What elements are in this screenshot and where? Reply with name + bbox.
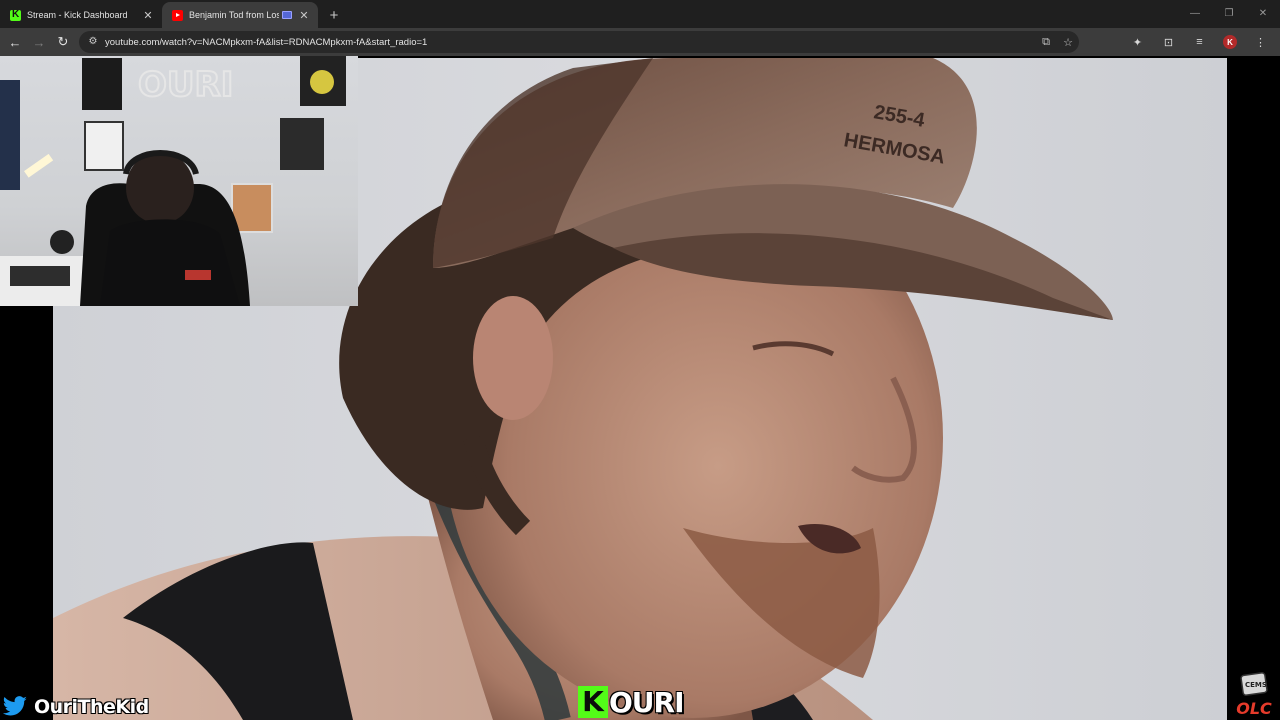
stream-stage: 255-4 HERMOSA OURI OuriTheKid K OURI CEM… [0, 56, 1280, 720]
logo-k-badge: K [578, 686, 608, 718]
back-icon[interactable]: ← [3, 30, 27, 54]
new-tab-button[interactable]: + [322, 2, 346, 28]
youtube-icon [172, 9, 183, 21]
twitter-handle-text: OuriTheKid [34, 696, 149, 718]
install-app-icon[interactable]: ⧉ [1035, 31, 1057, 53]
forward-icon[interactable]: → [27, 30, 51, 54]
tab-title: Stream - Kick Dashboard [27, 10, 128, 20]
tab-close-icon[interactable]: ✕ [298, 9, 310, 22]
olc-corner-logo: CEMS OLC [1232, 672, 1276, 718]
profile-avatar-icon[interactable]: K [1223, 35, 1237, 49]
cems-emblem-icon: CEMS [1240, 672, 1268, 696]
address-bar[interactable]: ⚙ youtube.com/watch?v=NACMpkxm-fA&list=R… [79, 31, 1079, 53]
url-text[interactable]: youtube.com/watch?v=NACMpkxm-fA&list=RDN… [105, 37, 1035, 48]
casting-icon [282, 11, 292, 19]
tab-kick-dashboard[interactable]: Stream - Kick Dashboard ✕ [0, 2, 162, 28]
site-info-icon[interactable]: ⚙ [87, 36, 99, 48]
media-control-icon[interactable]: ≡ [1184, 30, 1215, 54]
webcam-overlay: OURI [0, 56, 358, 306]
twitter-bird-icon [2, 696, 27, 716]
twitter-handle-overlay: OuriTheKid [2, 696, 149, 718]
window-controls: — ❐ ✕ [1178, 0, 1280, 26]
channel-logo: K OURI [578, 686, 685, 719]
menu-kebab-icon[interactable]: ⋮ [1245, 30, 1276, 54]
logo-wordmark: OURI [609, 686, 685, 719]
kick-icon [10, 9, 21, 21]
restore-icon[interactable]: ❐ [1212, 0, 1246, 26]
reload-icon[interactable]: ↻ [51, 30, 75, 54]
tab-close-icon[interactable]: ✕ [142, 9, 154, 22]
tab-title: Benjamin Tod from Lost Do [189, 10, 279, 20]
olc-text: OLC [1236, 699, 1272, 718]
browser-toolbar: ← → ↻ ⚙ youtube.com/watch?v=NACMpkxm-fA&… [0, 28, 1280, 56]
minimize-icon[interactable]: — [1178, 0, 1212, 26]
extensions-icon[interactable]: ✦ [1122, 30, 1153, 54]
svg-text:OURI: OURI [138, 65, 233, 105]
tab-strip: Stream - Kick Dashboard ✕ Benjamin Tod f… [0, 0, 1280, 28]
window-close-icon[interactable]: ✕ [1246, 0, 1280, 26]
webcam-image: OURI [0, 56, 346, 306]
tab-youtube[interactable]: Benjamin Tod from Lost Do ✕ [162, 2, 318, 28]
tab-search-icon[interactable]: ⊡ [1153, 30, 1184, 54]
cems-small-text: CEMS [1245, 681, 1267, 689]
bookmark-star-icon[interactable]: ☆ [1057, 31, 1079, 53]
